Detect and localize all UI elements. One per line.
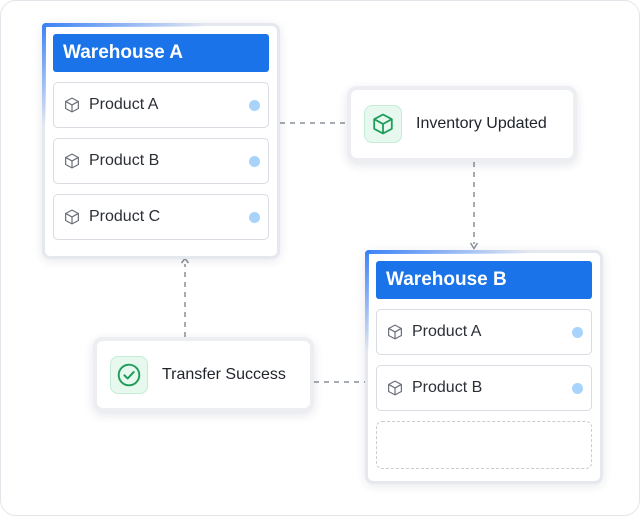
status-dot (249, 212, 260, 223)
warehouse-a-title: Warehouse A (53, 34, 269, 72)
product-label: Product A (412, 323, 482, 340)
transfer-success-event[interactable]: Transfer Success (93, 337, 314, 412)
event-label: Transfer Success (162, 365, 286, 383)
package-icon (388, 324, 402, 340)
list-item[interactable]: Product A (53, 82, 269, 128)
status-dot (572, 383, 583, 394)
warehouse-a-card[interactable]: Warehouse A Product A Product B Product … (42, 23, 280, 259)
warehouse-b-product-list: Product A Product B (376, 309, 592, 469)
product-label: Product B (89, 152, 160, 169)
package-icon (65, 209, 79, 225)
inventory-updated-event[interactable]: Inventory Updated (347, 86, 577, 162)
product-label: Product A (89, 96, 159, 113)
list-item[interactable]: Product B (53, 138, 269, 184)
empty-drop-slot[interactable] (376, 421, 592, 469)
event-label: Inventory Updated (416, 115, 547, 132)
check-circle-icon (110, 355, 148, 394)
warehouse-b-title: Warehouse B (376, 261, 592, 299)
warehouse-a-product-list: Product A Product B Product C (53, 82, 269, 240)
package-icon (65, 153, 79, 169)
product-label: Product B (412, 379, 483, 396)
package-icon (388, 380, 402, 396)
status-dot (572, 327, 583, 338)
status-dot (249, 156, 260, 167)
list-item[interactable]: Product C (53, 194, 269, 240)
arrowhead-warehouse-a (180, 257, 190, 264)
list-item[interactable]: Product B (376, 365, 592, 411)
status-dot (249, 100, 260, 111)
warehouse-b-card[interactable]: Warehouse B Product A Product B (365, 250, 603, 484)
product-label: Product C (89, 208, 161, 225)
list-item[interactable]: Product A (376, 309, 592, 355)
package-icon (364, 105, 402, 143)
package-icon (65, 97, 79, 113)
